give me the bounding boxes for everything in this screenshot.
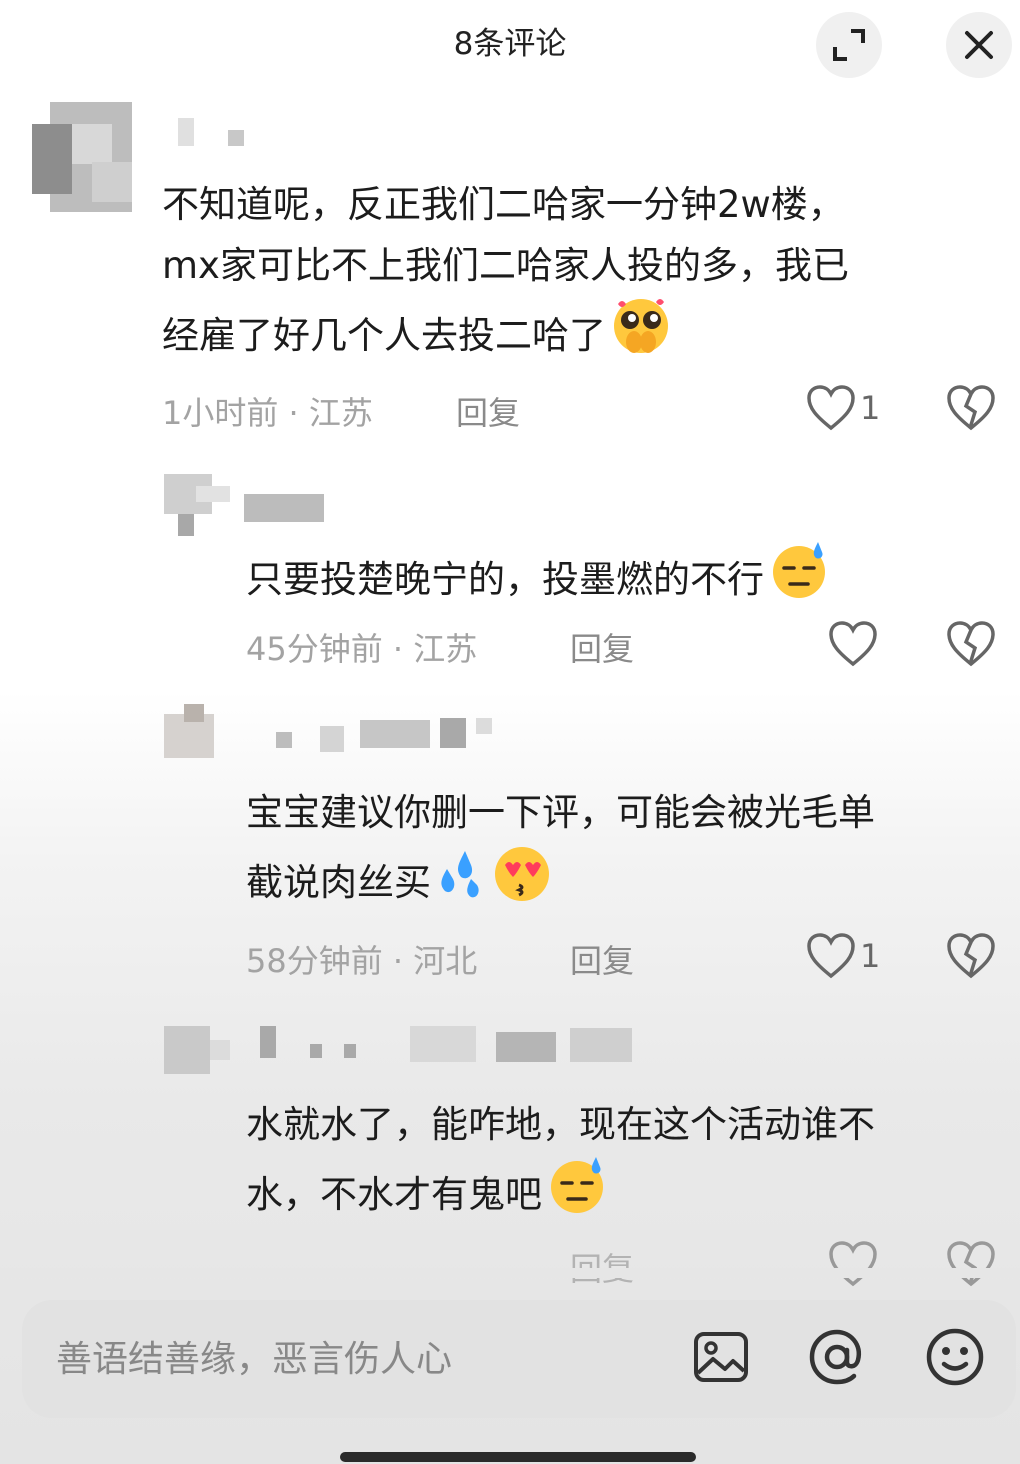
dislike-button[interactable]: [946, 932, 996, 984]
like-button[interactable]: 1: [806, 384, 880, 432]
broken-heart-icon: [947, 621, 995, 667]
pleading-hands-emoji: [610, 296, 672, 374]
comment-meta: 45分钟前 · 江苏: [246, 630, 478, 668]
heart-icon: [807, 933, 855, 979]
home-indicator[interactable]: [340, 1452, 696, 1462]
comment-text: 不知道呢，反正我们二哈家一分钟2w楼， mx家可比不上我们二哈家人投的多，我已 …: [162, 174, 849, 374]
reply-button[interactable]: 回复: [570, 624, 634, 670]
sweat-drops-emoji: [435, 847, 487, 921]
heart-icon: [829, 1241, 877, 1287]
close-button[interactable]: [946, 12, 1012, 78]
dislike-button[interactable]: [946, 620, 996, 672]
at-icon: [809, 1329, 862, 1385]
heart-icon: [829, 621, 877, 667]
like-count: 1: [860, 937, 881, 975]
expand-button[interactable]: [816, 12, 882, 78]
username[interactable]: [260, 1024, 640, 1064]
comment-text: 只要投楚晚宁的，投墨燃的不行: [246, 540, 830, 618]
image-icon: [694, 1332, 748, 1382]
avatar[interactable]: [164, 1026, 230, 1074]
scroll-fade: [0, 1268, 1020, 1278]
like-button[interactable]: [828, 1240, 878, 1288]
like-button[interactable]: [828, 620, 882, 668]
like-count: 1: [860, 389, 881, 427]
broken-heart-icon: [947, 1241, 995, 1287]
username[interactable]: [244, 488, 334, 528]
reply-button[interactable]: 回复: [570, 1244, 634, 1290]
emoji-icon: [926, 1328, 984, 1386]
username[interactable]: [270, 716, 500, 756]
comment-input[interactable]: [56, 1326, 656, 1392]
dislike-button[interactable]: [946, 1240, 996, 1292]
emoji-button[interactable]: [922, 1324, 988, 1390]
comment-text: 水就水了，能咋地，现在这个活动谁不 水，不水才有鬼吧: [246, 1094, 875, 1233]
expand-icon: [833, 29, 865, 61]
avatar[interactable]: [164, 704, 230, 766]
avatar[interactable]: [164, 474, 230, 536]
sweat-smile-emoji: [768, 540, 830, 618]
sweat-smile-emoji: [546, 1155, 608, 1233]
broken-heart-icon: [947, 933, 995, 979]
broken-heart-icon: [947, 385, 995, 431]
comment-input-bar: [22, 1300, 1016, 1418]
kissing-heart-eyes-emoji: [491, 843, 553, 921]
avatar[interactable]: [32, 102, 132, 212]
close-icon: [965, 31, 993, 59]
comment-meta: 58分钟前 · 河北: [246, 942, 478, 980]
image-button[interactable]: [688, 1324, 754, 1390]
username[interactable]: [178, 118, 248, 158]
comment-meta: 1小时前 · 江苏: [162, 394, 373, 432]
heart-icon: [807, 385, 855, 431]
reply-button[interactable]: 回复: [570, 936, 634, 982]
dislike-button[interactable]: [946, 384, 996, 436]
mention-button[interactable]: [804, 1324, 870, 1390]
reply-button[interactable]: 回复: [456, 388, 520, 434]
like-button[interactable]: 1: [806, 932, 880, 980]
comment-text: 宝宝建议你删一下评，可能会被光毛单 截说肉丝买: [246, 782, 875, 921]
comments-header: 8条评论: [0, 0, 1020, 80]
